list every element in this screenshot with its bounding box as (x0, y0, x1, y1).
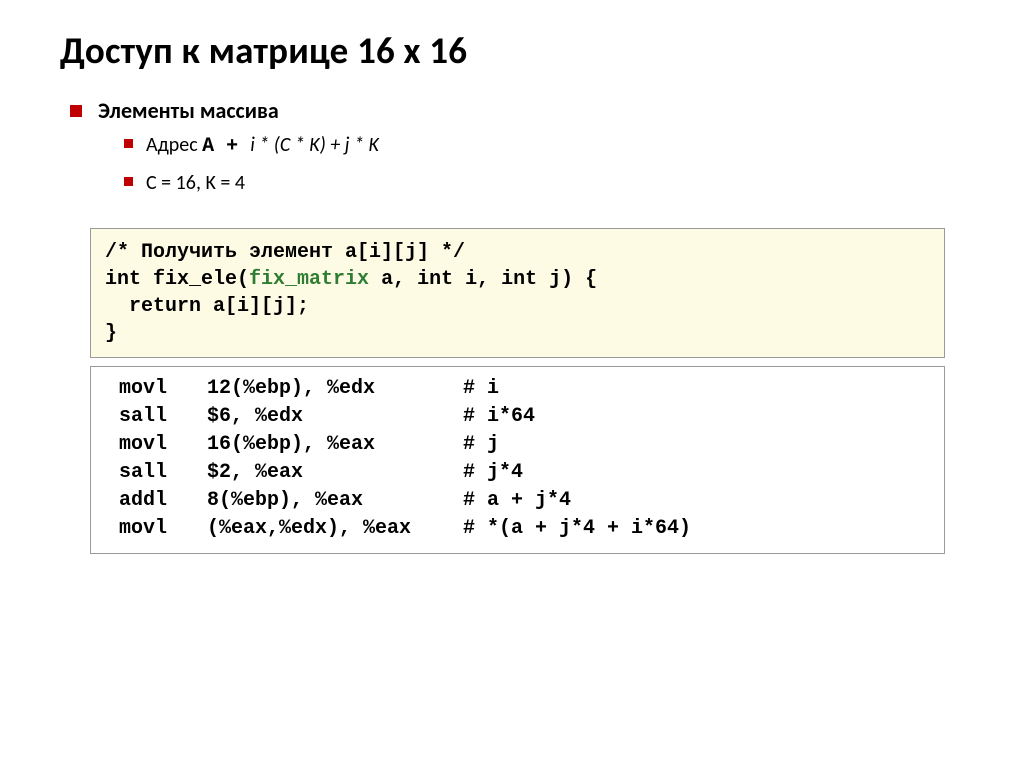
page-title: Доступ к матрице 16 x 16 (60, 28, 964, 73)
asm-args: (%eax,%edx), %eax (207, 515, 463, 543)
asm-cmt: # i (463, 375, 930, 403)
c-line-2b: a, int i, int j) { (369, 268, 597, 291)
bullet-address: Адрес A + i * (C * K) + j * K (124, 132, 964, 160)
asm-op: sall (105, 459, 207, 487)
section-heading: Элементы массива (98, 97, 279, 124)
asm-args: 12(%ebp), %edx (207, 375, 463, 403)
asm-op: movl (105, 375, 207, 403)
asm-args: $6, %edx (207, 403, 463, 431)
asm-row: addl8(%ebp), %eax# a + j*4 (105, 487, 930, 515)
slide: Доступ к матрице 16 x 16 Элементы массив… (0, 0, 1024, 554)
asm-cmt: # i*64 (463, 403, 930, 431)
asm-cmt: # j*4 (463, 459, 930, 487)
c-type: fix_matrix (249, 268, 369, 291)
c-line-1: /* Получить элемент a[i][j] */ (105, 241, 465, 264)
asm-row: movl(%eax,%edx), %eax# *(a + j*4 + i*64) (105, 515, 930, 543)
asm-op: addl (105, 487, 207, 515)
bullet-list-lvl1: Элементы массива Адрес A + i * (C * K) +… (70, 97, 964, 196)
asm-code-box: movl12(%ebp), %edx# i sall$6, %edx# i*64… (90, 366, 945, 554)
bullet-constants: C = 16, K = 4 (124, 170, 964, 196)
asm-row: sall$2, %eax# j*4 (105, 459, 930, 487)
asm-cmt: # j (463, 431, 930, 459)
asm-cmt: # a + j*4 (463, 487, 930, 515)
asm-op: sall (105, 403, 207, 431)
c-line-2a: int fix_ele( (105, 268, 249, 291)
asm-cmt: # *(a + j*4 + i*64) (463, 515, 930, 543)
asm-row: sall$6, %edx# i*64 (105, 403, 930, 431)
section-heading-item: Элементы массива Адрес A + i * (C * K) +… (70, 97, 964, 196)
asm-op: movl (105, 431, 207, 459)
bullet-list-lvl2: Адрес A + i * (C * K) + j * K C = 16, K … (124, 132, 964, 196)
asm-args: 16(%ebp), %eax (207, 431, 463, 459)
c-line-4: } (105, 322, 117, 345)
asm-args: $2, %eax (207, 459, 463, 487)
c-code-box: /* Получить элемент a[i][j] */ int fix_e… (90, 228, 945, 358)
address-prefix: Адрес (146, 133, 202, 157)
asm-row: movl12(%ebp), %edx# i (105, 375, 930, 403)
asm-args: 8(%ebp), %eax (207, 487, 463, 515)
asm-op: movl (105, 515, 207, 543)
address-rest: i * (C * K) + j * K (250, 133, 379, 157)
asm-row: movl16(%ebp), %eax# j (105, 431, 930, 459)
c-line-3: return a[i][j]; (105, 295, 309, 318)
address-code: A + (202, 135, 250, 158)
